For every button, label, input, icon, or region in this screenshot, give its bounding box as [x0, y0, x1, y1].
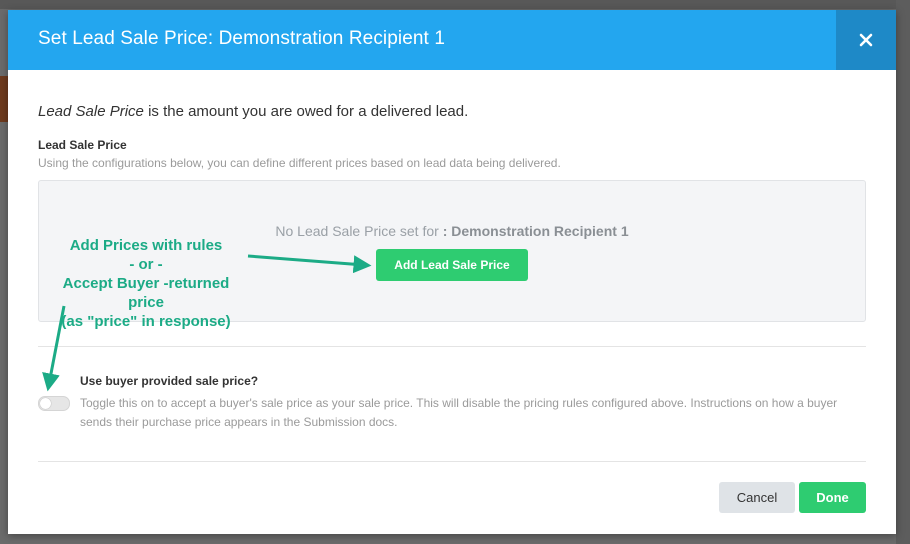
annotation-line: (as "price" in response)	[61, 313, 231, 330]
annotation-callout: Add Prices with rules - or - Accept Buye…	[46, 236, 246, 331]
buyer-price-toggle[interactable]	[38, 396, 70, 411]
background-top	[0, 0, 910, 9]
close-icon	[859, 33, 873, 47]
done-button[interactable]: Done	[799, 482, 866, 513]
toggle-description: Toggle this on to accept a buyer's sale …	[80, 396, 838, 429]
annotation-line: Accept Buyer -returned	[62, 275, 230, 292]
annotation-line: - or -	[129, 256, 163, 273]
section-description: Using the configurations below, you can …	[38, 156, 561, 170]
close-button[interactable]	[836, 10, 896, 70]
annotation-line: price	[128, 294, 164, 311]
toggle-label: Use buyer provided sale price?	[80, 374, 259, 388]
empty-prefix: No Lead Sale Price set for	[275, 223, 443, 239]
section-label: Lead Sale Price	[38, 138, 127, 152]
cancel-button[interactable]: Cancel	[719, 482, 795, 513]
modal-header: Set Lead Sale Price: Demonstration Recip…	[8, 10, 896, 70]
intro-term: Lead Sale Price	[38, 103, 144, 120]
background-right	[896, 0, 910, 544]
modal-title: Set Lead Sale Price: Demonstration Recip…	[38, 28, 445, 49]
divider	[38, 346, 866, 347]
intro-text: Lead Sale Price is the amount you are ow…	[38, 103, 468, 120]
add-lead-sale-price-button[interactable]: Add Lead Sale Price	[376, 249, 528, 281]
footer-divider	[38, 461, 866, 462]
intro-rest: is the amount you are owed for a deliver…	[143, 103, 469, 120]
empty-recipient: : Demonstration Recipient 1	[442, 223, 629, 239]
toggle-knob	[40, 398, 51, 409]
annotation-line: Add Prices with rules	[69, 237, 223, 254]
